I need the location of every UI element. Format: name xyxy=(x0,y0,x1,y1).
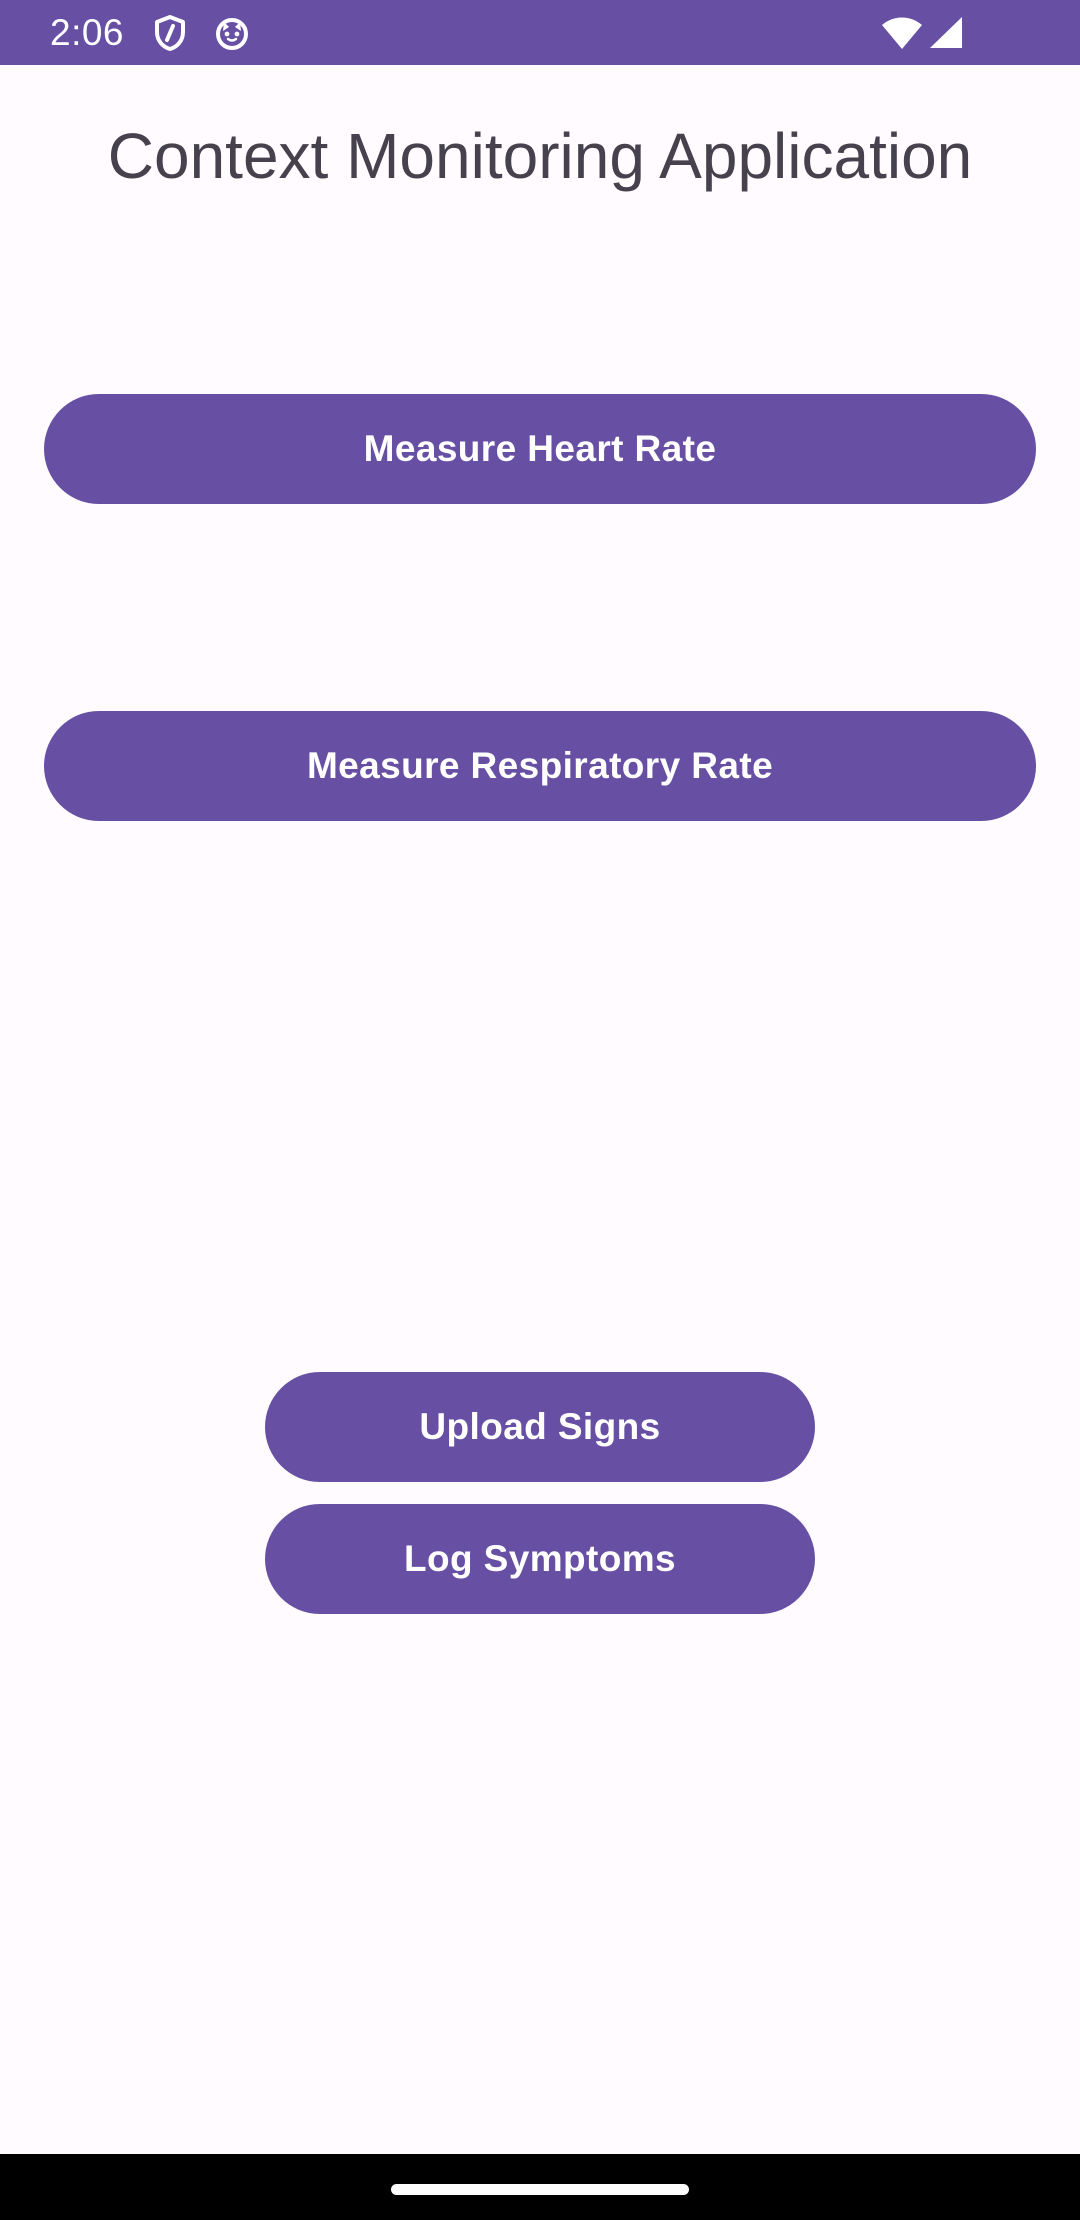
log-symptoms-button[interactable]: Log Symptoms xyxy=(265,1504,815,1614)
measure-respiratory-rate-button[interactable]: Measure Respiratory Rate xyxy=(44,711,1036,821)
cat-face-icon xyxy=(216,18,248,50)
upload-signs-button[interactable]: Upload Signs xyxy=(265,1372,815,1482)
cell-signal-icon xyxy=(930,17,962,48)
navigation-bar xyxy=(0,2154,1080,2220)
wifi-icon xyxy=(882,17,922,49)
status-time: 2:06 xyxy=(50,12,125,53)
measure-heart-rate-button[interactable]: Measure Heart Rate xyxy=(44,394,1036,504)
shield-icon xyxy=(155,15,185,51)
status-bar: 2:06 xyxy=(0,0,1080,65)
home-gesture-handle[interactable] xyxy=(391,2184,689,2195)
page-title: Context Monitoring Application xyxy=(107,120,973,192)
